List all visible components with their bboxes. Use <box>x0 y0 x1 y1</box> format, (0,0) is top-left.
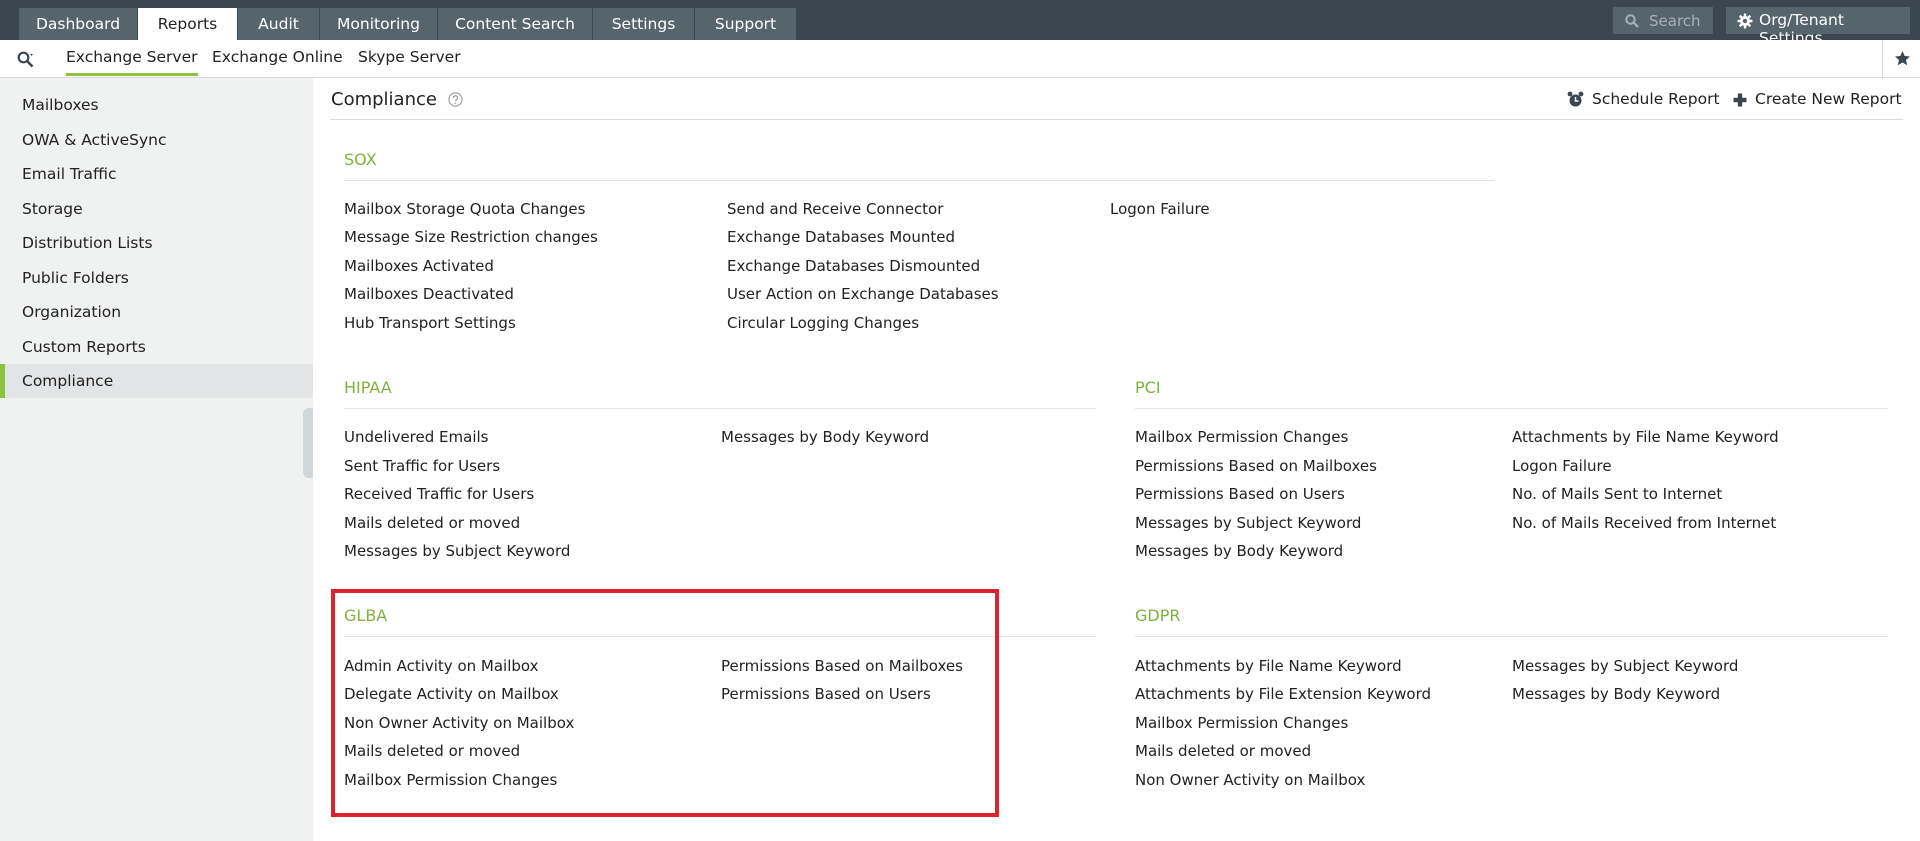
report-link[interactable]: Attachments by File Name Keyword <box>1512 428 1779 446</box>
report-link[interactable]: Send and Receive Connector <box>727 200 943 218</box>
search-placeholder: Search <box>1649 12 1701 30</box>
subtab-exchange-server[interactable]: Exchange Server <box>66 48 198 76</box>
report-link[interactable]: Messages by Subject Keyword <box>344 542 570 560</box>
report-link[interactable]: Mailbox Storage Quota Changes <box>344 200 585 218</box>
report-link[interactable]: Messages by Body Keyword <box>1512 685 1720 703</box>
subtab-exchange-online[interactable]: Exchange Online <box>212 48 343 66</box>
tab-settings[interactable]: Settings <box>593 8 694 40</box>
alarm-clock-icon <box>1567 91 1584 107</box>
report-link[interactable]: Messages by Body Keyword <box>1135 542 1343 560</box>
section-divider-sox <box>344 180 1494 181</box>
section-divider-hipaa <box>344 408 1096 409</box>
report-link[interactable]: Message Size Restriction changes <box>344 228 598 246</box>
gear-icon <box>1737 13 1753 29</box>
search-icon <box>1625 14 1639 28</box>
report-link[interactable]: Permissions Based on Mailboxes <box>1135 457 1377 475</box>
report-link[interactable]: User Action on Exchange Databases <box>727 285 999 303</box>
report-link[interactable]: Hub Transport Settings <box>344 314 516 332</box>
sidebar-item-distribution-lists[interactable]: Distribution Lists <box>0 226 313 260</box>
sidebar-item-public-folders[interactable]: Public Folders <box>0 261 313 295</box>
schedule-report-button[interactable]: Schedule Report <box>1567 90 1727 110</box>
top-nav-bar: Dashboard Reports Audit Monitoring Conte… <box>0 0 1920 47</box>
sidebar: Mailboxes OWA & ActiveSync Email Traffic… <box>0 78 313 841</box>
report-link[interactable]: Mails deleted or moved <box>344 742 520 760</box>
report-link[interactable]: Undelivered Emails <box>344 428 488 446</box>
report-link[interactable]: Mailboxes Activated <box>344 257 494 275</box>
title-divider <box>330 119 1903 120</box>
section-title-glba: GLBA <box>344 606 388 625</box>
tab-monitoring[interactable]: Monitoring <box>320 8 437 40</box>
sidebar-item-custom-reports[interactable]: Custom Reports <box>0 330 313 364</box>
report-link[interactable]: Logon Failure <box>1110 200 1210 218</box>
plus-icon <box>1733 93 1747 107</box>
sidebar-item-compliance[interactable]: Compliance <box>0 364 313 398</box>
tab-audit[interactable]: Audit <box>238 8 319 40</box>
page-title: Compliance <box>331 89 437 110</box>
report-link[interactable]: Delegate Activity on Mailbox <box>344 685 559 703</box>
report-link[interactable]: Attachments by File Name Keyword <box>1135 657 1402 675</box>
tab-support[interactable]: Support <box>695 8 796 40</box>
section-title-gdpr: GDPR <box>1135 606 1181 625</box>
report-link[interactable]: Non Owner Activity on Mailbox <box>344 714 574 732</box>
create-new-report-button[interactable]: Create New Report <box>1733 90 1903 110</box>
section-title-pci: PCI <box>1135 378 1161 397</box>
report-link[interactable]: Logon Failure <box>1512 457 1612 475</box>
sidebar-item-email-traffic[interactable]: Email Traffic <box>0 157 313 191</box>
org-tenant-settings-button[interactable]: Org/Tenant Settings <box>1726 7 1910 47</box>
report-link[interactable]: Non Owner Activity on Mailbox <box>1135 771 1365 789</box>
report-link[interactable]: Mails deleted or moved <box>344 514 520 532</box>
section-divider-gdpr <box>1135 636 1888 637</box>
report-link[interactable]: Sent Traffic for Users <box>344 457 500 475</box>
report-link[interactable]: Mailbox Permission Changes <box>344 771 557 789</box>
report-link[interactable]: Permissions Based on Mailboxes <box>721 657 963 675</box>
tab-reports[interactable]: Reports <box>138 8 237 40</box>
create-new-report-label: Create New Report <box>1755 90 1902 108</box>
report-link[interactable]: No. of Mails Received from Internet <box>1512 514 1776 532</box>
section-divider-pci <box>1135 408 1888 409</box>
report-link[interactable]: Messages by Subject Keyword <box>1135 514 1361 532</box>
report-link[interactable]: Attachments by File Extension Keyword <box>1135 685 1431 703</box>
global-search-input[interactable]: Search <box>1613 7 1713 34</box>
report-link[interactable]: Mailbox Permission Changes <box>1135 714 1348 732</box>
report-link[interactable]: Mails deleted or moved <box>1135 742 1311 760</box>
sub-nav-bar: Exchange Server Exchange Online Skype Se… <box>0 40 1920 78</box>
report-link[interactable]: Received Traffic for Users <box>344 485 534 503</box>
tab-content-search[interactable]: Content Search <box>438 8 592 40</box>
sidebar-item-storage[interactable]: Storage <box>0 192 313 226</box>
sidebar-item-mailboxes[interactable]: Mailboxes <box>0 88 313 122</box>
report-link[interactable]: Circular Logging Changes <box>727 314 919 332</box>
schedule-report-label: Schedule Report <box>1592 90 1720 108</box>
section-divider-glba <box>344 636 1096 637</box>
report-link[interactable]: Messages by Subject Keyword <box>1512 657 1738 675</box>
section-title-hipaa: HIPAA <box>344 378 392 397</box>
report-link[interactable]: Mailboxes Deactivated <box>344 285 514 303</box>
help-icon[interactable] <box>448 92 463 107</box>
favorite-button[interactable] <box>1882 40 1920 77</box>
report-link[interactable]: Mailbox Permission Changes <box>1135 428 1348 446</box>
section-title-sox: SOX <box>344 150 377 169</box>
subtab-skype-server[interactable]: Skype Server <box>358 48 461 66</box>
report-search-icon[interactable] <box>17 51 34 68</box>
report-link[interactable]: Exchange Databases Mounted <box>727 228 955 246</box>
report-link[interactable]: Permissions Based on Users <box>1135 485 1345 503</box>
star-icon <box>1895 51 1910 66</box>
report-link[interactable]: Permissions Based on Users <box>721 685 931 703</box>
sidebar-item-organization[interactable]: Organization <box>0 295 313 329</box>
sidebar-collapse-handle[interactable] <box>303 408 313 478</box>
report-link[interactable]: Admin Activity on Mailbox <box>344 657 538 675</box>
report-link[interactable]: Exchange Databases Dismounted <box>727 257 980 275</box>
sidebar-item-owa-activesync[interactable]: OWA & ActiveSync <box>0 123 313 157</box>
report-link[interactable]: Messages by Body Keyword <box>721 428 929 446</box>
report-link[interactable]: No. of Mails Sent to Internet <box>1512 485 1722 503</box>
tab-dashboard[interactable]: Dashboard <box>19 8 137 40</box>
